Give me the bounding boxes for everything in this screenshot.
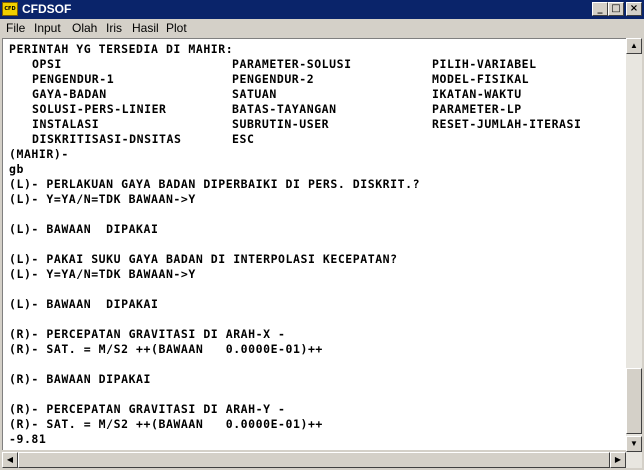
menu-plot[interactable]: Plot xyxy=(166,21,187,35)
maximize-button[interactable]: □ xyxy=(608,2,624,16)
vertical-scrollbar[interactable]: ▲ ▼ xyxy=(626,38,642,452)
command-satuan: SATUAN xyxy=(232,87,277,101)
command-batas-tayangan: BATAS-TAYANGAN xyxy=(232,102,337,116)
console-output[interactable]: PERINTAH YG TERSEDIA DI MAHIR: OPSI PARA… xyxy=(2,38,626,450)
horizontal-scrollbar[interactable]: ◀ ▶ xyxy=(2,452,642,468)
horizontal-scroll-thumb[interactable] xyxy=(18,452,610,468)
menu-input[interactable]: Input xyxy=(34,21,61,35)
minimize-button[interactable]: _ xyxy=(592,2,608,16)
menu-olah[interactable]: Olah xyxy=(72,21,97,35)
menu-file[interactable]: File xyxy=(6,21,25,35)
window-title: CFDSOF xyxy=(22,2,72,16)
console-input-line: -9.81 xyxy=(9,432,47,446)
scroll-down-button[interactable]: ▼ xyxy=(626,436,642,452)
command-opsi: OPSI xyxy=(32,57,62,71)
command-esc: ESC xyxy=(232,132,255,146)
arrow-up-icon: ▲ xyxy=(630,41,638,50)
command-ikatan-waktu: IKATAN-WAKTU xyxy=(432,87,522,101)
minimize-icon: _ xyxy=(597,3,603,14)
close-icon: × xyxy=(629,3,639,14)
command-solusi-pers-linier: SOLUSI-PERS-LINIER xyxy=(32,102,167,116)
arrow-right-icon: ▶ xyxy=(614,455,622,464)
command-diskritisasi-dnsitas: DISKRITISASI-DNSITAS xyxy=(32,132,182,146)
scroll-up-button[interactable]: ▲ xyxy=(626,38,642,54)
close-button[interactable]: × xyxy=(626,2,642,16)
command-pengendur-2: PENGENDUR-2 xyxy=(232,72,315,86)
console-line: (R)- SAT. = M/S2 ++(BAWAAN 0.0000E-01)++ xyxy=(9,342,323,356)
app-window: CFD CFDSOF _ □ × File Input Olah Iris Ha… xyxy=(0,0,644,470)
arrow-left-icon: ◀ xyxy=(6,455,14,464)
console-line: (L)- Y=YA/N=TDK BAWAAN->Y xyxy=(9,192,196,206)
console-line: (L)- Y=YA/N=TDK BAWAAN->Y xyxy=(9,267,196,281)
title-bar[interactable]: CFD CFDSOF _ □ × xyxy=(0,0,644,19)
arrow-down-icon: ▼ xyxy=(630,439,638,448)
console-header: PERINTAH YG TERSEDIA DI MAHIR: xyxy=(9,42,234,56)
app-icon: CFD xyxy=(2,2,18,16)
menu-hasil[interactable]: Hasil xyxy=(132,21,159,35)
command-model-fisikal: MODEL-FISIKAL xyxy=(432,72,530,86)
scroll-right-button[interactable]: ▶ xyxy=(610,452,626,468)
command-gaya-badan: GAYA-BADAN xyxy=(32,87,107,101)
console-line: (R)- BAWAAN DIPAKAI xyxy=(9,372,151,386)
console-line: (MAHIR)- xyxy=(9,147,69,161)
command-parameter-solusi: PARAMETER-SOLUSI xyxy=(232,57,352,71)
console-line: (L)- BAWAAN DIPAKAI xyxy=(9,222,159,236)
command-subrutin-user: SUBRUTIN-USER xyxy=(232,117,330,131)
menu-iris[interactable]: Iris xyxy=(106,21,122,35)
console-line: (L)- PAKAI SUKU GAYA BADAN DI INTERPOLAS… xyxy=(9,252,398,266)
console-line: gb xyxy=(9,162,24,176)
command-pengendur-1: PENGENDUR-1 xyxy=(32,72,115,86)
maximize-icon: □ xyxy=(611,3,621,14)
command-instalasi: INSTALASI xyxy=(32,117,100,131)
console-line: (L)- PERLAKUAN GAYA BADAN DIPERBAIKI DI … xyxy=(9,177,421,191)
command-reset-jumlah-iterasi: RESET-JUMLAH-ITERASI xyxy=(432,117,582,131)
vertical-scroll-thumb[interactable] xyxy=(626,368,642,434)
console-line: (L)- BAWAAN DIPAKAI xyxy=(9,297,159,311)
console-line: (R)- PERCEPATAN GRAVITASI DI ARAH-Y - xyxy=(9,402,286,416)
command-pilih-variabel: PILIH-VARIABEL xyxy=(432,57,537,71)
console-line: (R)- PERCEPATAN GRAVITASI DI ARAH-X - xyxy=(9,327,286,341)
scroll-left-button[interactable]: ◀ xyxy=(2,452,18,468)
menu-bar: File Input Olah Iris Hasil Plot xyxy=(0,19,644,37)
command-parameter-lp: PARAMETER-LP xyxy=(432,102,522,116)
console-line: (R)- SAT. = M/S2 ++(BAWAAN 0.0000E-01)++ xyxy=(9,417,323,431)
